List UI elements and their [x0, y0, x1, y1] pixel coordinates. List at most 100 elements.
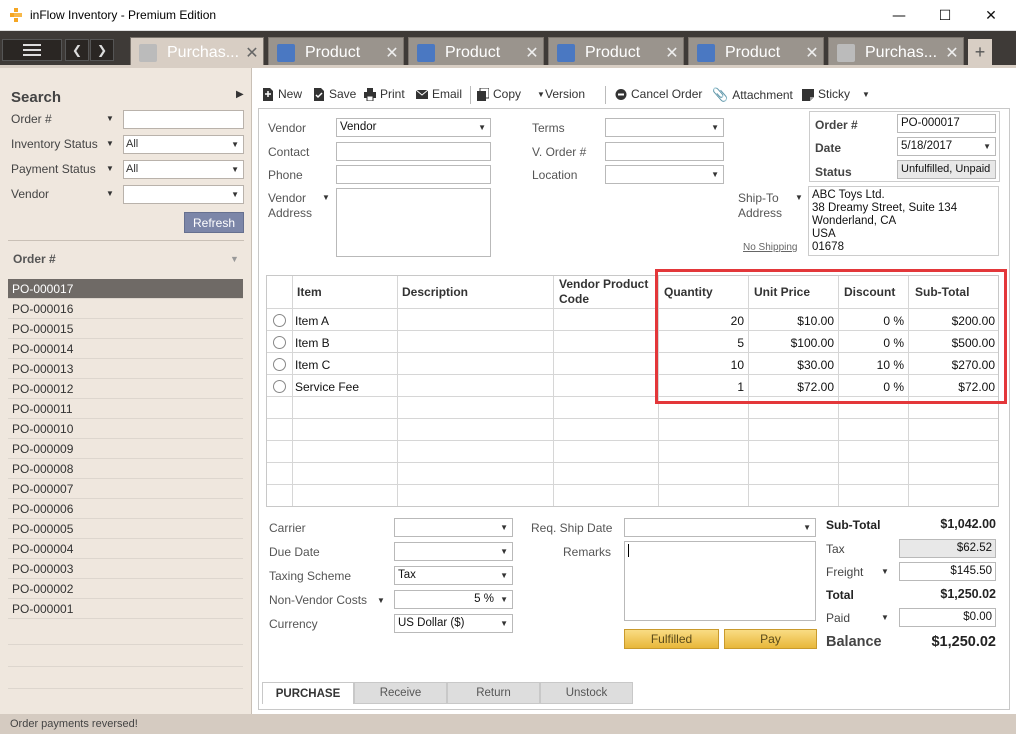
tab-unstock[interactable]: Unstock	[540, 682, 633, 704]
tab-close-icon[interactable]: ✕	[661, 43, 683, 63]
email-button[interactable]: Email	[416, 87, 462, 101]
minimize-button[interactable]: —	[876, 0, 922, 31]
paid-input[interactable]: $0.00	[899, 608, 996, 627]
filter-payment-select[interactable]: All ▼	[123, 160, 244, 179]
req-ship-date-picker[interactable]: ▼	[624, 518, 816, 537]
order-list-item[interactable]: PO-000007	[8, 479, 243, 499]
nav-forward-button[interactable]: ❯	[90, 39, 114, 61]
contact-input[interactable]	[336, 142, 491, 161]
vendor-order-input[interactable]	[605, 142, 724, 161]
order-list-item[interactable]: PO-000008	[8, 459, 243, 479]
hamburger-menu-button[interactable]	[2, 39, 62, 61]
tab-close-icon[interactable]: ✕	[941, 43, 963, 63]
tab-product-1[interactable]: Product ✕	[268, 37, 404, 67]
attachment-button[interactable]: 📎 Attachment	[712, 87, 793, 103]
order-list-header[interactable]: Order #	[13, 252, 56, 266]
filter-order-input[interactable]	[123, 110, 244, 129]
order-list-item[interactable]: PO-000010	[8, 419, 243, 439]
version-button[interactable]: Version	[545, 87, 585, 101]
dropdown-arrow-icon[interactable]: ▼	[106, 164, 114, 173]
row-radio[interactable]	[273, 380, 286, 393]
cell-item[interactable]: Item B	[295, 336, 330, 350]
remarks-textarea[interactable]	[624, 541, 816, 621]
order-list-item[interactable]: PO-000002	[8, 579, 243, 599]
due-date-picker[interactable]: ▼	[394, 542, 513, 561]
freight-input[interactable]: $145.50	[899, 562, 996, 581]
refresh-button[interactable]: Refresh	[184, 212, 244, 233]
dropdown-arrow-icon[interactable]: ▼	[106, 189, 114, 198]
carrier-select[interactable]: ▼	[394, 518, 513, 537]
order-list-item[interactable]: PO-000012	[8, 379, 243, 399]
cancel-order-button[interactable]: Cancel Order	[615, 87, 702, 101]
order-list-item[interactable]: PO-000004	[8, 539, 243, 559]
tab-receive[interactable]: Receive	[354, 682, 447, 704]
taxing-scheme-select[interactable]: Tax ▼	[394, 566, 513, 585]
dropdown-arrow-icon[interactable]: ▼	[322, 193, 330, 202]
tab-product-3[interactable]: Product ✕	[548, 37, 684, 67]
dropdown-arrow-icon[interactable]: ▼	[881, 613, 889, 622]
copy-button[interactable]: Copy ▼	[477, 87, 545, 101]
ship-to-address-textarea[interactable]: ABC Toys Ltd. 38 Dreamy Street, Suite 13…	[808, 186, 999, 256]
dropdown-arrow-icon[interactable]: ▼	[795, 193, 803, 202]
maximize-button[interactable]: ☐	[922, 0, 968, 31]
column-header-vendor-code-1[interactable]: Vendor Product	[559, 277, 648, 291]
dropdown-arrow-icon[interactable]: ▼	[106, 139, 114, 148]
column-header-description[interactable]: Description	[402, 285, 468, 299]
add-tab-button[interactable]: +	[968, 39, 992, 65]
tab-product-2[interactable]: Product ✕	[408, 37, 544, 67]
terms-select[interactable]: ▼	[605, 118, 724, 137]
non-vendor-costs-input[interactable]: 5 % ▼	[394, 590, 513, 609]
location-select[interactable]: ▼	[605, 165, 724, 184]
order-list-item[interactable]: PO-000016	[8, 299, 243, 319]
vendor-select[interactable]: Vendor ▼	[336, 118, 491, 137]
tab-purchase[interactable]: PURCHASE	[262, 682, 354, 704]
pay-button[interactable]: Pay	[724, 629, 817, 649]
order-list-item[interactable]: PO-000001	[8, 599, 243, 619]
order-list-item[interactable]: PO-000003	[8, 559, 243, 579]
no-shipping-link[interactable]: No Shipping	[743, 242, 797, 253]
column-header-item[interactable]: Item	[297, 285, 322, 299]
filter-inventory-select[interactable]: All ▼	[123, 135, 244, 154]
row-radio[interactable]	[273, 314, 286, 327]
phone-input[interactable]	[336, 165, 491, 184]
vendor-address-textarea[interactable]	[336, 188, 491, 257]
order-list-item[interactable]: PO-000006	[8, 499, 243, 519]
collapse-arrow-icon[interactable]: ▶	[236, 89, 244, 100]
save-button[interactable]: Save	[313, 87, 356, 101]
sticky-button[interactable]: Sticky ▼	[802, 87, 870, 101]
close-window-button[interactable]: ✕	[968, 0, 1014, 31]
dropdown-arrow-icon[interactable]: ▼	[377, 596, 385, 605]
order-list-item[interactable]: PO-000017	[8, 279, 243, 299]
date-picker[interactable]: 5/18/2017 ▼	[897, 137, 996, 156]
column-header-vendor-code-2[interactable]: Code	[559, 292, 589, 306]
order-list-item[interactable]: PO-000005	[8, 519, 243, 539]
cell-item[interactable]: Item C	[295, 358, 330, 372]
dropdown-arrow-icon[interactable]: ▼	[881, 567, 889, 576]
row-radio[interactable]	[273, 358, 286, 371]
tab-close-icon[interactable]: ✕	[521, 43, 543, 63]
row-radio[interactable]	[273, 336, 286, 349]
sort-arrow-icon[interactable]: ▼	[230, 254, 239, 264]
tab-product-4[interactable]: Product ✕	[688, 37, 824, 67]
filter-vendor-select[interactable]: ▼	[123, 185, 244, 204]
cell-item[interactable]: Item A	[295, 314, 329, 328]
tab-purchase-order-active[interactable]: Purchas... ✕	[130, 37, 264, 67]
order-list-item[interactable]: PO-000009	[8, 439, 243, 459]
tab-close-icon[interactable]: ✕	[241, 43, 263, 63]
order-list-item[interactable]: PO-000013	[8, 359, 243, 379]
order-list-item[interactable]: PO-000011	[8, 399, 243, 419]
tab-close-icon[interactable]: ✕	[801, 43, 823, 63]
cell-item[interactable]: Service Fee	[295, 380, 359, 394]
tab-close-icon[interactable]: ✕	[381, 43, 403, 63]
fulfilled-button[interactable]: Fulfilled	[624, 629, 719, 649]
order-number-input[interactable]: PO-000017	[897, 114, 996, 133]
new-button[interactable]: New	[262, 87, 302, 101]
nav-back-button[interactable]: ❮	[65, 39, 89, 61]
print-button[interactable]: Print	[364, 87, 405, 101]
dropdown-arrow-icon[interactable]: ▼	[106, 114, 114, 123]
order-list-item[interactable]: PO-000015	[8, 319, 243, 339]
tab-return[interactable]: Return	[447, 682, 540, 704]
tab-purchase-order-2[interactable]: Purchas... ✕	[828, 37, 964, 67]
order-list-item[interactable]: PO-000014	[8, 339, 243, 359]
currency-select[interactable]: US Dollar ($) ▼	[394, 614, 513, 633]
